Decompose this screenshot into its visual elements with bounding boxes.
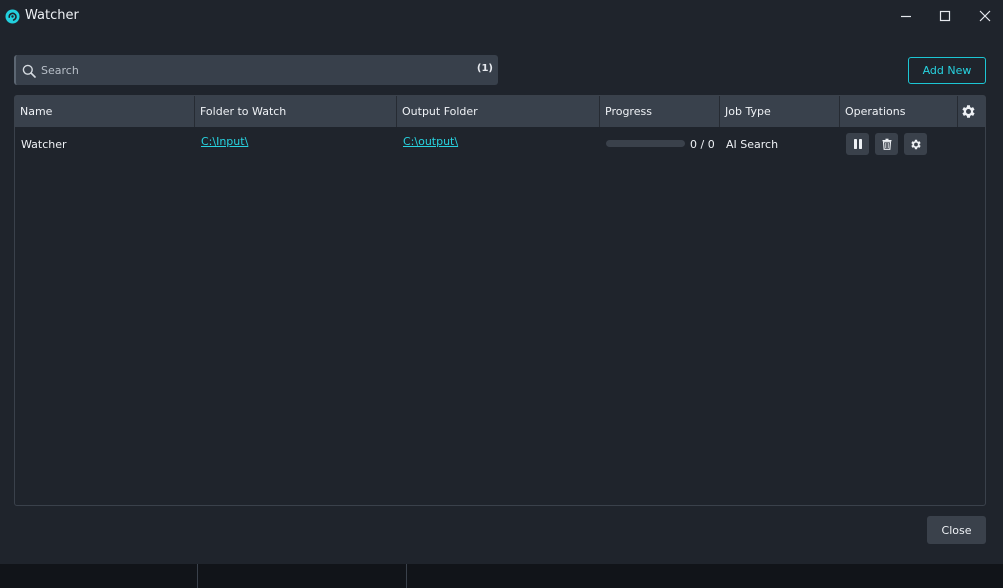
- close-window-button[interactable]: [970, 4, 1000, 28]
- column-header-progress[interactable]: Progress: [600, 96, 720, 127]
- gear-icon: [911, 139, 921, 149]
- pause-button[interactable]: [846, 133, 869, 155]
- add-new-button[interactable]: Add New: [908, 57, 986, 84]
- watcher-window: Watcher (1) Add New Name Folder to Watch…: [0, 0, 1003, 564]
- table-row[interactable]: Watcher C:\Input\ C:\output\ 0 / 0 AI Se…: [15, 127, 985, 161]
- search-icon: [22, 63, 36, 78]
- minimize-icon: [901, 15, 911, 18]
- job-type: AI Search: [726, 138, 779, 151]
- window-title: Watcher: [25, 8, 79, 23]
- background-divider: [406, 564, 407, 588]
- progress-count: 0 / 0: [690, 138, 715, 151]
- maximize-button[interactable]: [930, 4, 960, 28]
- row-name: Watcher: [21, 138, 67, 151]
- column-header-output-folder[interactable]: Output Folder: [397, 96, 600, 127]
- background-strip: [0, 564, 1003, 588]
- column-settings-gear-icon[interactable]: [960, 103, 977, 120]
- delete-button[interactable]: [875, 133, 898, 155]
- folder-to-watch-link[interactable]: C:\Input\: [201, 135, 248, 148]
- maximize-icon: [939, 10, 951, 22]
- search-result-count: (1): [476, 63, 493, 74]
- watcher-table: Name Folder to Watch Output Folder Progr…: [14, 95, 986, 506]
- close-icon: [979, 10, 991, 22]
- search-box[interactable]: (1): [14, 55, 498, 85]
- title-bar: Watcher: [0, 0, 1003, 33]
- table-header: Name Folder to Watch Output Folder Progr…: [15, 96, 985, 127]
- pause-icon: [853, 139, 862, 149]
- column-header-folder-to-watch[interactable]: Folder to Watch: [195, 96, 397, 127]
- progress-bar: [606, 140, 685, 147]
- column-header-name[interactable]: Name: [15, 96, 195, 127]
- background-divider: [197, 564, 198, 588]
- column-header-operations[interactable]: Operations: [840, 96, 958, 127]
- minimize-button[interactable]: [891, 4, 921, 28]
- trash-icon: [882, 138, 891, 150]
- column-header-job-type[interactable]: Job Type: [720, 96, 840, 127]
- job-settings-button[interactable]: [904, 133, 927, 155]
- output-folder-link[interactable]: C:\output\: [403, 135, 458, 148]
- watcher-logo-icon: [5, 9, 20, 24]
- close-button[interactable]: Close: [927, 516, 986, 544]
- search-input[interactable]: [41, 55, 461, 85]
